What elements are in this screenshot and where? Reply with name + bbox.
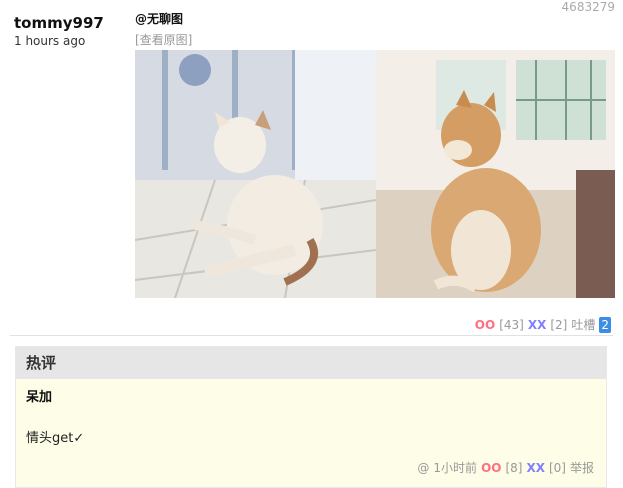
post-vote-bar: OO [43] XX [2] 吐槽 2 [475, 316, 611, 333]
hot-comments-title: 热评 [16, 347, 606, 379]
comment-time: 1小时前 [433, 461, 478, 475]
report-link[interactable]: 举报 [570, 459, 594, 476]
tucao-link[interactable]: 吐槽 [571, 316, 595, 333]
post-title: @无聊图 [135, 12, 184, 26]
divider [10, 335, 613, 336]
dog-photo [376, 50, 615, 298]
hot-comments-box: 热评 呆加 情头get✓ @ 1小时前 OO [8] XX [0] 举报 [15, 346, 607, 488]
post-author-block: tommy997 1 hours ago [14, 14, 104, 48]
cat-photo [135, 50, 376, 298]
comment-author[interactable]: 呆加 [26, 386, 606, 405]
xx-vote-button[interactable]: XX [528, 318, 547, 332]
post-time: 1 hours ago [14, 34, 86, 48]
comment-text: 情头get✓ [26, 431, 85, 446]
oo-vote-button[interactable]: OO [475, 318, 495, 332]
comment-oo-button[interactable]: OO [481, 461, 501, 475]
tucao-count-badge[interactable]: 2 [599, 316, 611, 333]
post-body: @无聊图 [查看原图] [135, 10, 615, 298]
reply-at-button[interactable]: @ [417, 461, 429, 475]
comment-meta: @ 1小时前 OO [8] XX [0] 举报 [417, 459, 594, 476]
post-image[interactable] [135, 50, 615, 298]
xx-count: [2] [550, 317, 568, 332]
author-name[interactable]: tommy997 [14, 14, 104, 32]
comment-oo-count: [8] [505, 460, 523, 475]
comment-xx-count: [0] [548, 460, 566, 475]
view-original-link[interactable]: [查看原图] [135, 31, 615, 48]
comment-xx-button[interactable]: XX [526, 461, 545, 475]
oo-count: [43] [499, 317, 524, 332]
